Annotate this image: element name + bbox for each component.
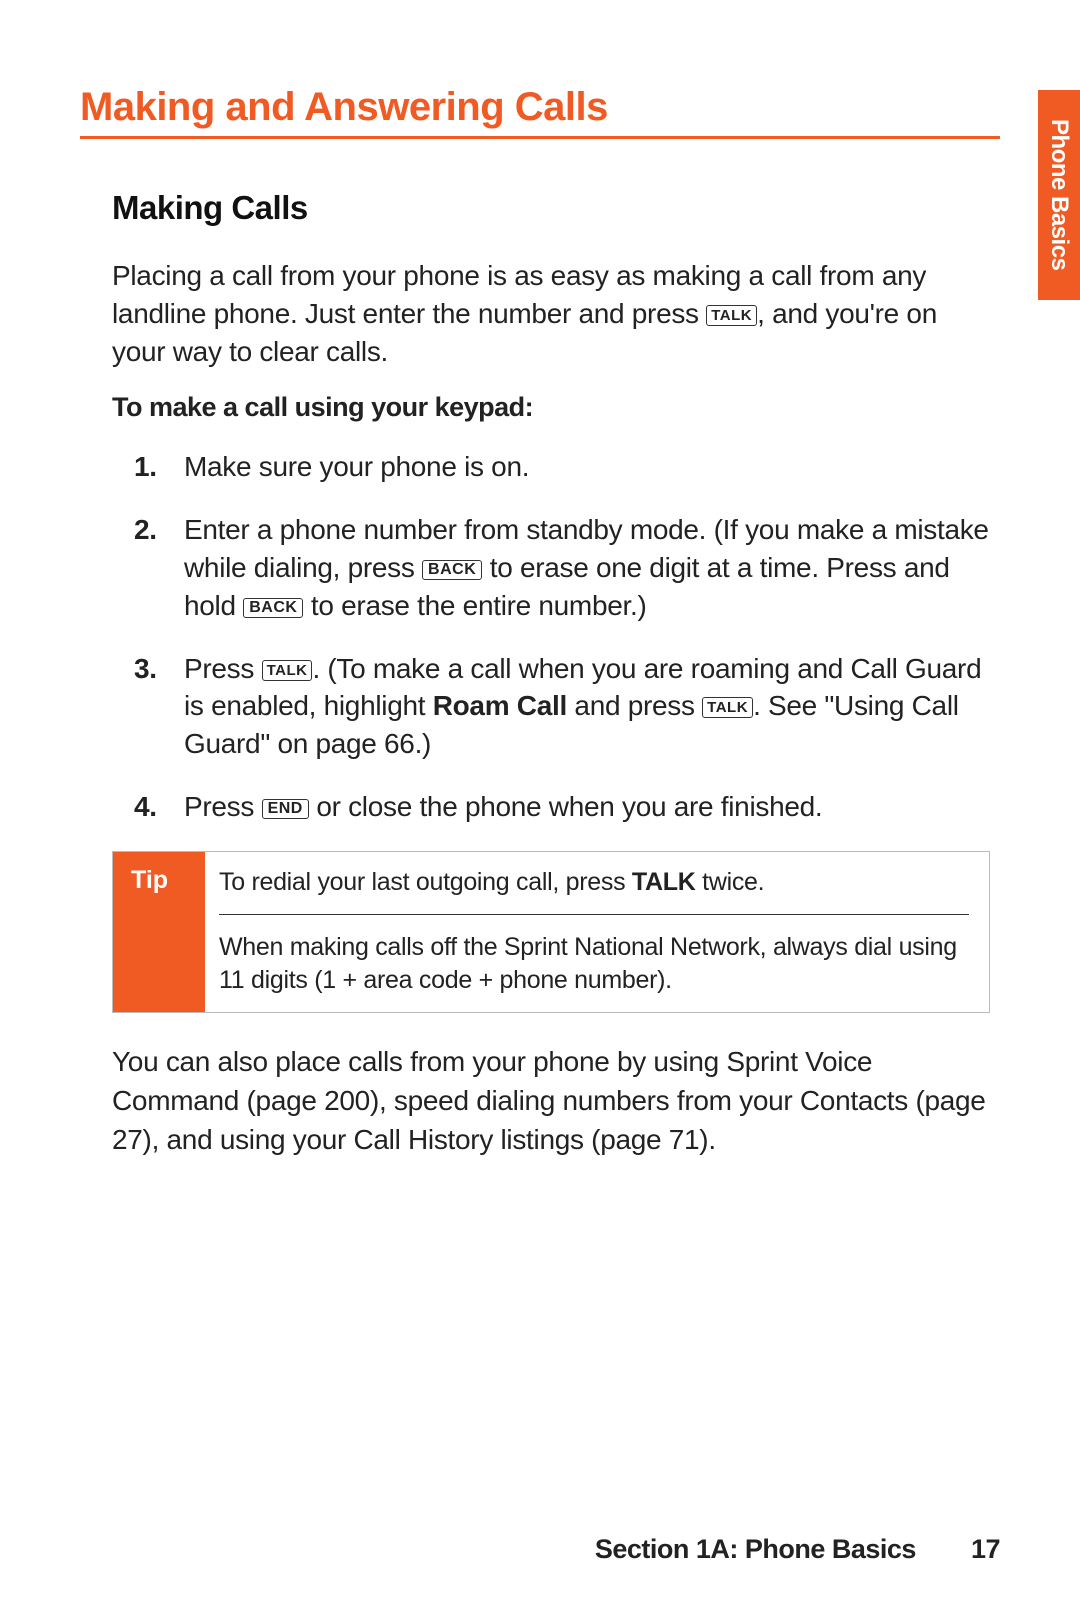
closing-paragraph: You can also place calls from your phone… [112, 1043, 990, 1159]
bold-text: Roam Call [433, 690, 567, 721]
tip-label: Tip [113, 852, 205, 1013]
tip-line-2: When making calls off the Sprint Nationa… [219, 931, 969, 996]
step-2: Enter a phone number from standby mode. … [112, 511, 990, 624]
talk-key-icon: TALK [706, 305, 757, 326]
text: and press [567, 690, 702, 721]
text: to erase the entire number.) [303, 590, 646, 621]
text: To redial your last outgoing call, press [219, 868, 632, 896]
talk-key-icon: TALK [262, 660, 313, 681]
tip-body: To redial your last outgoing call, press… [205, 852, 989, 1013]
tip-line-1: To redial your last outgoing call, press… [219, 866, 969, 899]
text: twice. [696, 868, 765, 896]
procedure-heading: To make a call using your keypad: [112, 392, 990, 423]
steps-list: Make sure your phone is on. Enter a phon… [112, 448, 990, 825]
text: Press [184, 791, 262, 822]
step-1: Make sure your phone is on. [112, 448, 990, 486]
divider [219, 914, 969, 915]
bold-text: TALK [632, 868, 696, 896]
text: Press [184, 653, 262, 684]
tip-box: Tip To redial your last outgoing call, p… [112, 851, 990, 1014]
back-key-icon: BACK [243, 598, 303, 618]
page-body: Making and Answering Calls Making Calls … [0, 0, 1080, 1159]
section-tab-label: Phone Basics [1045, 119, 1073, 270]
intro-paragraph: Placing a call from your phone is as eas… [112, 257, 990, 370]
section-tab: Phone Basics [1038, 90, 1080, 300]
text: or close the phone when you are finished… [309, 791, 823, 822]
page-number: 17 [971, 1534, 1000, 1565]
step-4: Press END or close the phone when you ar… [112, 788, 990, 826]
page-title: Making and Answering Calls [80, 85, 1000, 139]
page-footer: Section 1A: Phone Basics 17 [595, 1534, 1000, 1565]
content: Making Calls Placing a call from your ph… [80, 189, 1000, 1159]
section-heading: Making Calls [112, 189, 990, 227]
end-key-icon: END [262, 799, 309, 819]
back-key-icon: BACK [422, 560, 482, 580]
talk-key-icon: TALK [702, 697, 753, 718]
step-3: Press TALK. (To make a call when you are… [112, 650, 990, 763]
footer-section: Section 1A: Phone Basics [595, 1534, 916, 1564]
text: Make sure your phone is on. [184, 451, 529, 482]
